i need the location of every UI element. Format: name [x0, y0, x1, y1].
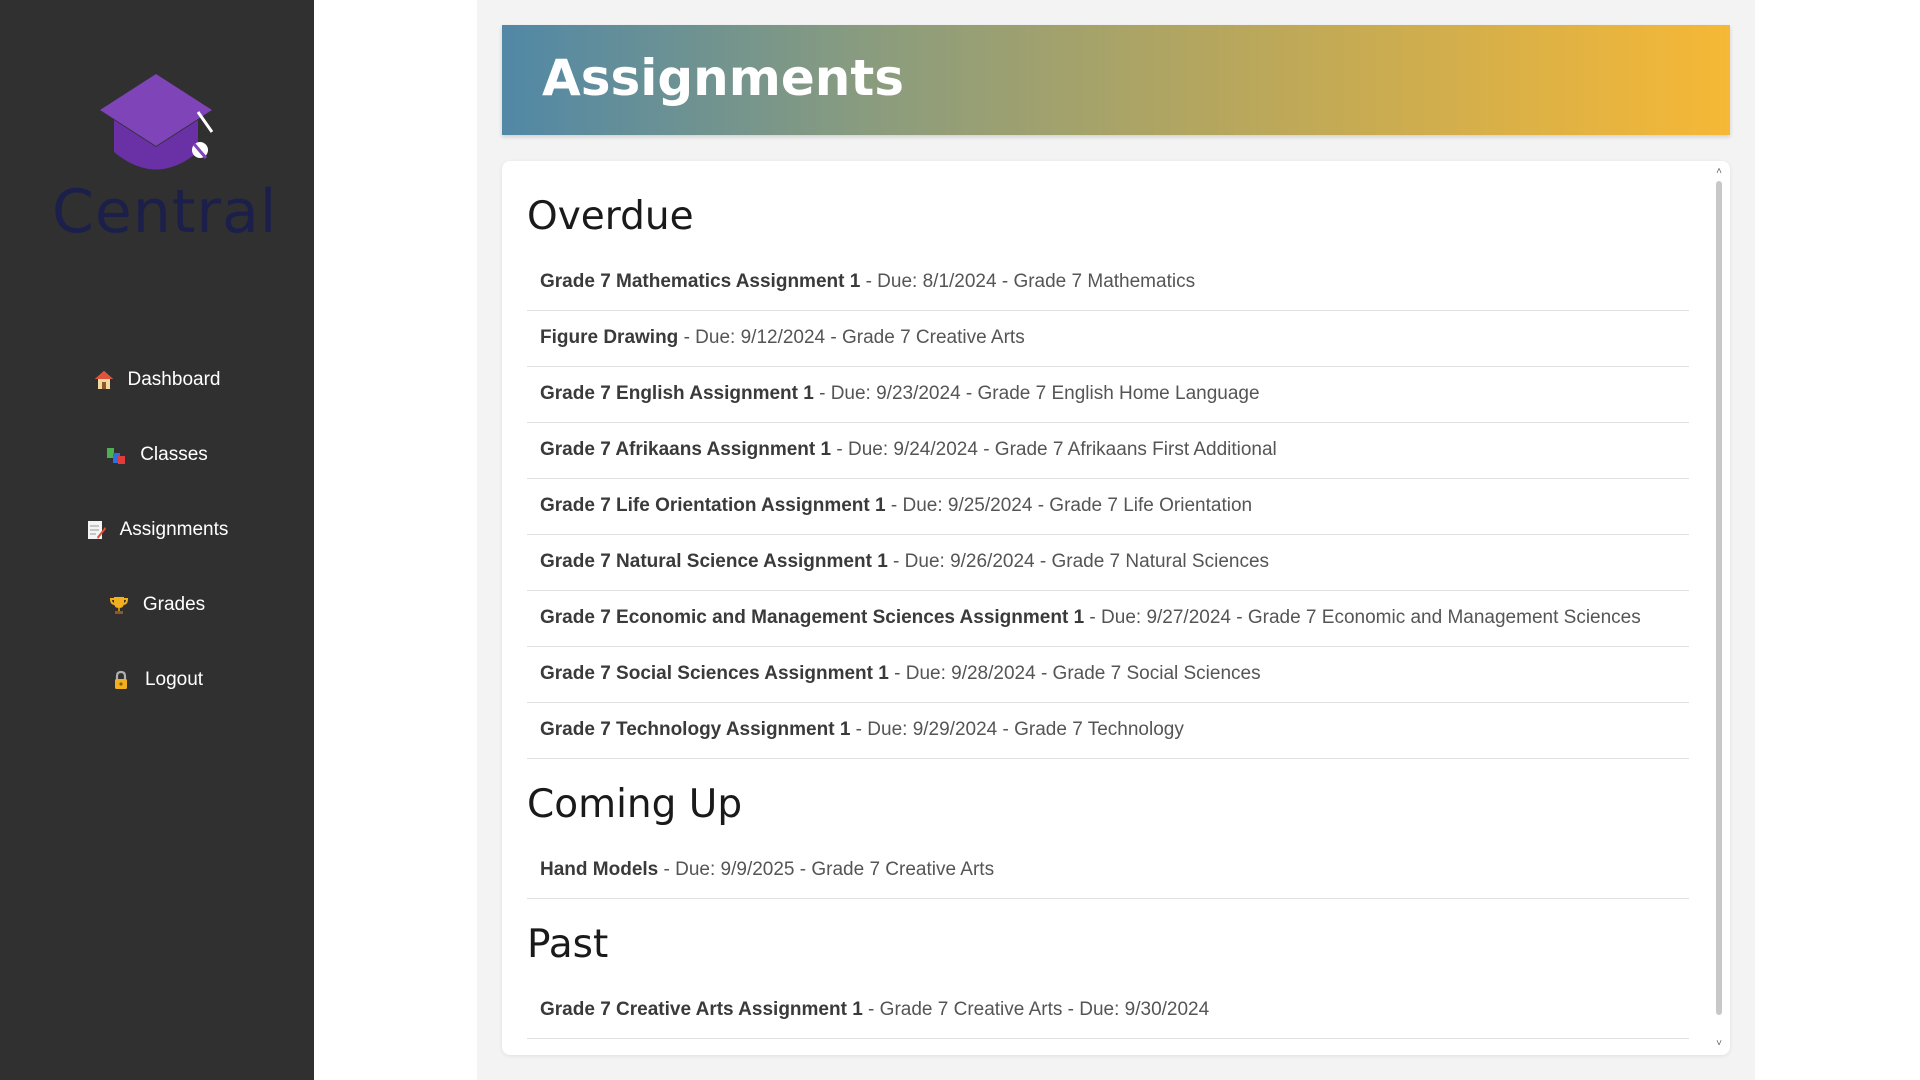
- assignment-details: - Due: 9/23/2024 - Grade 7 English Home …: [813, 383, 1260, 404]
- assignment-name: Figure Drawing: [540, 327, 679, 348]
- assignment-details: - Grade 7 Creative Arts - Due: 9/30/2024: [862, 999, 1210, 1020]
- assignment-item[interactable]: Grade 7 Social Sciences Assignment 1 - D…: [527, 647, 1689, 703]
- assignments-card: Overdue Grade 7 Mathematics Assignment 1…: [502, 161, 1730, 1055]
- assignment-name: Grade 7 Creative Arts Assignment 1: [540, 999, 863, 1020]
- scrollbar[interactable]: ˄ ˅: [1714, 167, 1724, 1049]
- assignment-item[interactable]: Grade 7 Economic and Management Sciences…: [527, 591, 1689, 647]
- memo-icon: [86, 520, 106, 540]
- section-title-coming-up: Coming Up: [527, 782, 743, 827]
- assignment-details: - Due: 8/1/2024 - Grade 7 Mathematics: [860, 271, 1196, 292]
- assignments-list-container: Overdue Grade 7 Mathematics Assignment 1…: [527, 187, 1689, 1039]
- central-logo[interactable]: Central: [52, 72, 276, 252]
- sidebar-item-assignments[interactable]: Assignments: [0, 492, 314, 567]
- assignment-details: - Due: 9/29/2024 - Grade 7 Technology: [850, 719, 1184, 740]
- assignment-details: - Due: 9/9/2025 - Grade 7 Creative Arts: [658, 859, 995, 880]
- assignment-details: - Due: 9/28/2024 - Grade 7 Social Scienc…: [888, 663, 1261, 684]
- assignment-item[interactable]: Grade 7 Creative Arts Assignment 1 - Gra…: [527, 983, 1689, 1039]
- assignment-item[interactable]: Grade 7 Afrikaans Assignment 1 - Due: 9/…: [527, 423, 1689, 479]
- sidebar-item-label: Dashboard: [127, 368, 221, 390]
- sidebar-nav: Dashboard Classes Assignments Grades Log…: [0, 342, 314, 717]
- sidebar-item-label: Assignments: [119, 518, 229, 540]
- graduation-cap-icon: [100, 74, 214, 170]
- assignment-name: Grade 7 Life Orientation Assignment 1: [540, 495, 886, 516]
- assignment-name: Grade 7 Natural Science Assignment 1: [540, 551, 888, 572]
- sidebar-item-classes[interactable]: Classes: [0, 417, 314, 492]
- assignment-item[interactable]: Grade 7 English Assignment 1 - Due: 9/23…: [527, 367, 1689, 423]
- assignment-name: Grade 7 Economic and Management Sciences…: [540, 607, 1085, 628]
- sidebar-item-label: Classes: [140, 443, 208, 465]
- assignment-item[interactable]: Grade 7 Natural Science Assignment 1 - D…: [527, 535, 1689, 591]
- sidebar-item-label: Logout: [144, 668, 204, 690]
- scroll-down-arrow-icon[interactable]: ˅: [1714, 1039, 1724, 1049]
- assignment-name: Grade 7 Mathematics Assignment 1: [540, 271, 861, 292]
- assignment-item[interactable]: Figure Drawing - Due: 9/12/2024 - Grade …: [527, 311, 1689, 367]
- assignment-details: - Due: 9/26/2024 - Grade 7 Natural Scien…: [887, 551, 1270, 572]
- sidebar-item-dashboard[interactable]: Dashboard: [0, 342, 314, 417]
- books-icon: [106, 445, 126, 465]
- scrollbar-thumb[interactable]: [1716, 181, 1722, 1015]
- section-title-overdue: Overdue: [527, 194, 694, 239]
- logo-text: Central: [52, 177, 278, 247]
- sidebar: Central Dashboard Classes Assignments Gr…: [0, 0, 314, 1080]
- assignment-name: Grade 7 Social Sciences Assignment 1: [540, 663, 889, 684]
- assignment-item[interactable]: Grade 7 Life Orientation Assignment 1 - …: [527, 479, 1689, 535]
- scroll-up-arrow-icon[interactable]: ˄: [1714, 167, 1724, 177]
- assignment-details: - Due: 9/25/2024 - Grade 7 Life Orientat…: [885, 495, 1253, 516]
- assignment-item[interactable]: Grade 7 Technology Assignment 1 - Due: 9…: [527, 703, 1689, 759]
- assignment-name: Hand Models: [540, 859, 659, 880]
- trophy-icon: [109, 595, 129, 615]
- page-title: Assignments: [542, 49, 905, 107]
- assignment-name: Grade 7 Technology Assignment 1: [540, 719, 851, 740]
- assignment-name: Grade 7 English Assignment 1: [540, 383, 814, 404]
- assignment-item[interactable]: Hand Models - Due: 9/9/2025 - Grade 7 Cr…: [527, 843, 1689, 899]
- house-icon: [94, 370, 114, 390]
- sidebar-item-logout[interactable]: Logout: [0, 642, 314, 717]
- sidebar-item-grades[interactable]: Grades: [0, 567, 314, 642]
- sidebar-item-label: Grades: [142, 593, 206, 615]
- lock-icon: [111, 670, 131, 690]
- assignment-name: Grade 7 Afrikaans Assignment 1: [540, 439, 832, 460]
- section-title-past: Past: [527, 922, 609, 967]
- assignment-item[interactable]: Grade 7 Mathematics Assignment 1 - Due: …: [527, 255, 1689, 311]
- page-header-banner: Assignments: [502, 25, 1730, 135]
- assignment-details: - Due: 9/12/2024 - Grade 7 Creative Arts: [678, 327, 1025, 348]
- assignment-details: - Due: 9/24/2024 - Grade 7 Afrikaans Fir…: [831, 439, 1277, 460]
- assignment-details: - Due: 9/27/2024 - Grade 7 Economic and …: [1084, 607, 1641, 628]
